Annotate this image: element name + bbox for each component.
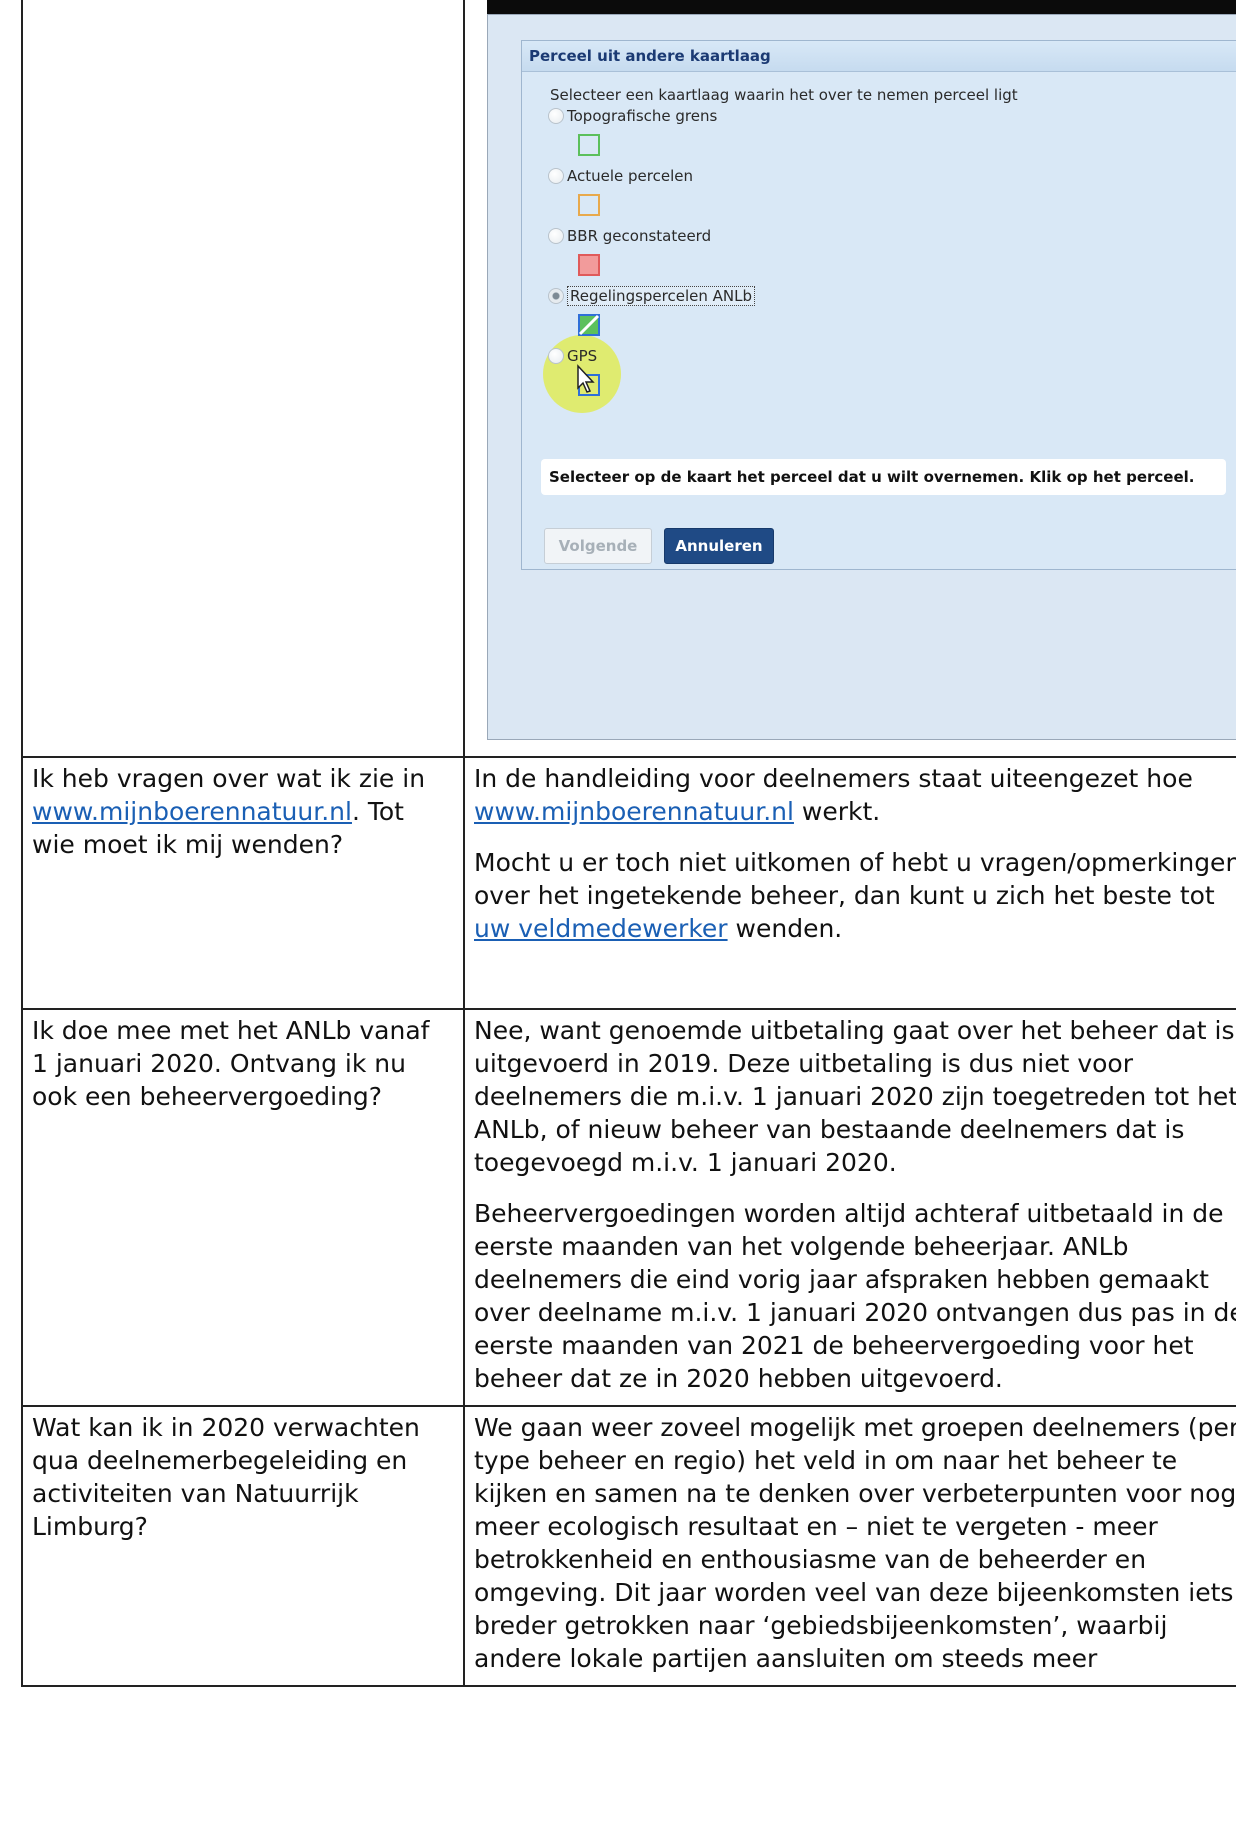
answer-part: In de handleiding voor deelnemers staat …	[474, 764, 1193, 793]
question-text: Wat kan ik in 2020 verwachten qua deelne…	[32, 1413, 420, 1541]
website-link[interactable]: www.mijnboerennatuur.nl	[474, 797, 794, 826]
answer-cell: Nee, want genoemde uitbetaling gaat over…	[463, 1008, 1236, 1407]
swatch-orange-icon	[578, 194, 600, 216]
option-label: GPS	[567, 347, 598, 365]
answer-cell: In de handleiding voor deelnemers staat …	[463, 756, 1236, 1010]
radio-selected-icon[interactable]	[548, 288, 564, 304]
question-cell: Wat kan ik in 2020 verwachten qua deelne…	[21, 1405, 465, 1687]
answer-paragraph: We gaan weer zoveel mogelijk met groepen…	[474, 1413, 1236, 1673]
option-regelingspercelen-anlb[interactable]: Regelingspercelen ANLb	[548, 283, 755, 309]
screenshot-cell: Perceel uit andere kaartlaag Selecteer e…	[463, 0, 1236, 758]
radio-icon[interactable]	[548, 228, 564, 244]
embedded-screenshot: Perceel uit andere kaartlaag Selecteer e…	[465, 0, 1236, 756]
cancel-button[interactable]: Annuleren	[664, 528, 774, 564]
question-text: Ik heb vragen over wat ik zie in www.mij…	[23, 758, 463, 1008]
screenshot-topbar	[487, 0, 1236, 14]
radio-icon[interactable]	[548, 168, 564, 184]
table-row: Perceel uit andere kaartlaag Selecteer e…	[21, 0, 1236, 758]
mouse-cursor-icon	[577, 364, 595, 393]
table-row: Ik doe mee met het ANLb vanaf 1 januari …	[21, 1008, 1236, 1407]
panel-intro: Selecteer een kaartlaag waarin het over …	[550, 86, 1018, 104]
option-label: Regelingspercelen ANLb	[567, 286, 755, 306]
answer-paragraph: Nee, want genoemde uitbetaling gaat over…	[474, 1016, 1236, 1177]
instruction-notice: Selecteer op de kaart het perceel dat u …	[541, 459, 1226, 495]
answer-part: werkt.	[793, 797, 881, 826]
option-label: Actuele percelen	[567, 167, 693, 185]
panel-title: Perceel uit andere kaartlaag	[522, 41, 1236, 72]
answer-part: wenden.	[727, 914, 843, 943]
question-cell: Ik doe mee met het ANLb vanaf 1 januari …	[21, 1008, 465, 1407]
option-label: BBR geconstateerd	[567, 227, 712, 245]
layer-panel: Perceel uit andere kaartlaag Selecteer e…	[521, 40, 1236, 570]
option-actuele-percelen[interactable]: Actuele percelen	[548, 163, 693, 189]
question-part: Ik heb vragen over wat ik zie in	[32, 764, 426, 793]
answer-part: Mocht u er toch niet uitkomen of hebt u …	[474, 848, 1236, 910]
question-text: Ik doe mee met het ANLb vanaf 1 januari …	[32, 1016, 430, 1111]
next-button[interactable]: Volgende	[544, 528, 652, 564]
answer-text: Nee, want genoemde uitbetaling gaat over…	[465, 1010, 1236, 1405]
panel-body: Selecteer een kaartlaag waarin het over …	[522, 72, 1236, 572]
screenshot-frame: Perceel uit andere kaartlaag Selecteer e…	[487, 14, 1236, 740]
question-cell: Ik heb vragen over wat ik zie in www.mij…	[21, 756, 465, 1010]
swatch-green-icon	[578, 134, 600, 156]
answer-text: In de handleiding voor deelnemers staat …	[465, 758, 1236, 955]
radio-icon[interactable]	[548, 108, 564, 124]
veldmedewerker-link[interactable]: uw veldmedewerker	[474, 914, 728, 943]
answer-paragraph: In de handleiding voor deelnemers staat …	[474, 762, 1236, 828]
option-bbr-geconstateerd[interactable]: BBR geconstateerd	[548, 223, 711, 249]
table-row: Ik heb vragen over wat ik zie in www.mij…	[21, 756, 1236, 1010]
swatch-hatched-icon	[578, 314, 600, 336]
table-row: Wat kan ik in 2020 verwachten qua deelne…	[21, 1405, 1236, 1687]
radio-icon[interactable]	[548, 348, 564, 364]
answer-text: We gaan weer zoveel mogelijk met groepen…	[465, 1407, 1236, 1685]
empty-question-cell	[21, 0, 465, 758]
swatch-red-icon	[578, 254, 600, 276]
faq-table: Perceel uit andere kaartlaag Selecteer e…	[21, 0, 1236, 1687]
website-link[interactable]: www.mijnboerennatuur.nl	[32, 797, 352, 826]
answer-paragraph: Beheervergoedingen worden altijd achtera…	[474, 1199, 1236, 1393]
option-topografische-grens[interactable]: Topografische grens	[548, 103, 717, 129]
answer-cell: We gaan weer zoveel mogelijk met groepen…	[463, 1405, 1236, 1687]
option-label: Topografische grens	[567, 107, 718, 125]
answer-paragraph: Mocht u er toch niet uitkomen of hebt u …	[474, 846, 1236, 945]
